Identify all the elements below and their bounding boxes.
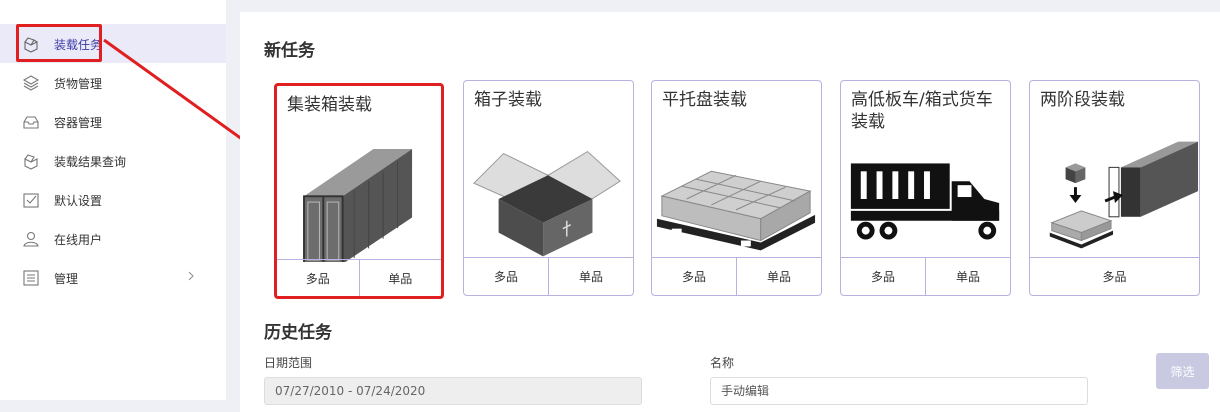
name-input[interactable]: 手动编辑 [710, 377, 1088, 405]
multi-item-button[interactable]: 多品 [277, 260, 359, 296]
filter-button[interactable]: 筛选 [1156, 353, 1209, 389]
sidebar: 装载任务 货物管理 容器管理 装载结果查询 默认设置 在线用户 管理 [0, 0, 226, 400]
sidebar-item-label: 在线用户 [54, 233, 103, 247]
container-icon [303, 149, 413, 262]
card-title: 箱子装载 [474, 90, 542, 110]
checkbox-icon [23, 193, 39, 208]
sidebar-item-label: 货物管理 [54, 77, 103, 91]
history-heading: 历史任务 [264, 323, 332, 343]
list-icon [23, 270, 39, 286]
box-search-icon [24, 154, 38, 170]
sidebar-item-results[interactable]: 装载结果查询 [0, 141, 226, 180]
card-two-stage-loading[interactable]: 两阶段装载 多品 [1029, 80, 1200, 296]
tray-icon [23, 116, 39, 129]
sidebar-item-label: 默认设置 [54, 194, 103, 208]
sidebar-item-label: 容器管理 [54, 116, 103, 130]
truck-icon [850, 163, 1000, 240]
pallet-icon [656, 170, 816, 251]
chevron-right-icon [188, 271, 194, 281]
card-container-loading[interactable]: 集装箱装载 多品 单品 [274, 83, 444, 299]
single-item-button[interactable]: 单品 [358, 260, 442, 296]
sidebar-item-label: 装载任务 [54, 38, 103, 52]
card-title: 高低板车/箱式货车装载 [851, 90, 993, 132]
card-title: 平托盘装载 [662, 90, 747, 110]
card-pallet-loading[interactable]: 平托盘装载 多品 单品 [651, 80, 822, 296]
date-range-input[interactable]: 07/27/2010 - 07/24/2020 [264, 377, 642, 405]
sidebar-item-container[interactable]: 容器管理 [0, 102, 226, 141]
sidebar-item-loading-task[interactable]: 装载任务 [0, 24, 226, 63]
user-icon [23, 231, 39, 247]
multi-item-button[interactable]: 多品 [841, 258, 925, 295]
sidebar-item-admin[interactable]: 管理 [0, 258, 226, 297]
sidebar-item-cargo[interactable]: 货物管理 [0, 63, 226, 102]
single-item-button[interactable]: 单品 [925, 258, 1010, 295]
card-title: 集装箱装载 [287, 95, 372, 115]
name-label: 名称 [710, 356, 735, 370]
open-box-icon [473, 150, 621, 257]
multi-item-button[interactable]: 多品 [652, 258, 736, 295]
layers-icon [22, 75, 40, 91]
multi-item-button[interactable]: 多品 [1030, 258, 1199, 295]
sidebar-item-online-users[interactable]: 在线用户 [0, 219, 226, 258]
sidebar-item-defaults[interactable]: 默认设置 [0, 180, 226, 219]
single-item-button[interactable]: 单品 [548, 258, 633, 295]
new-task-heading: 新任务 [264, 41, 315, 61]
two-stage-icon [1049, 141, 1199, 249]
sidebar-item-label: 管理 [54, 272, 79, 286]
card-box-loading[interactable]: 箱子装载 多品 单品 [463, 80, 634, 296]
sidebar-item-label: 装载结果查询 [54, 155, 127, 169]
box-open-icon [24, 37, 38, 53]
date-range-label: 日期范围 [264, 356, 313, 370]
single-item-button[interactable]: 单品 [736, 258, 821, 295]
multi-item-button[interactable]: 多品 [464, 258, 548, 295]
card-truck-loading[interactable]: 高低板车/箱式货车装载 多品 单品 [840, 80, 1011, 296]
card-title: 两阶段装载 [1040, 90, 1125, 110]
